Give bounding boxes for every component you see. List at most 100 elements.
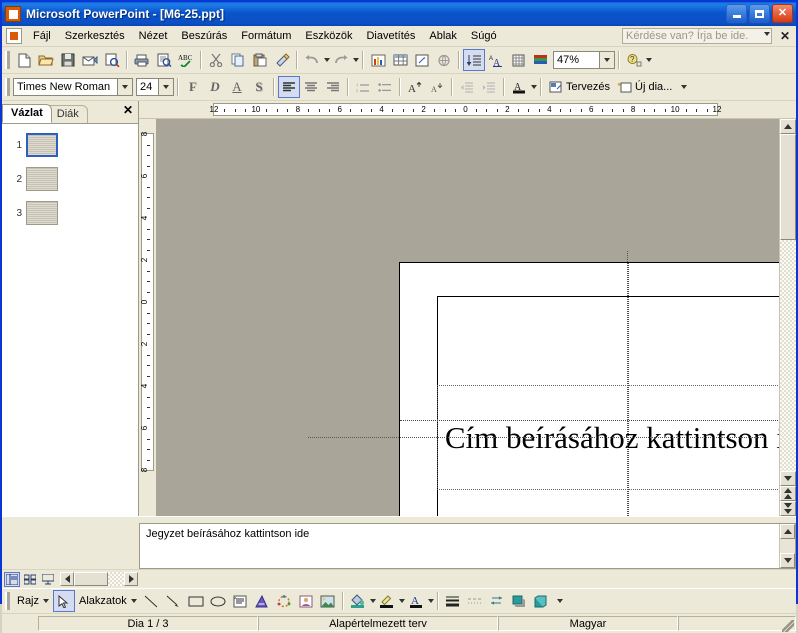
font-color-dropdown-icon-draw[interactable] bbox=[427, 599, 434, 603]
chevron-down-icon[interactable] bbox=[764, 32, 770, 36]
font-color-dropdown-icon[interactable] bbox=[531, 85, 537, 89]
menu-item-edit[interactable]: Szerkesztés bbox=[58, 28, 132, 44]
slide-surface[interactable]: Cím beírásához kattintson ide bbox=[399, 262, 779, 516]
shadow-style-icon[interactable] bbox=[508, 590, 530, 612]
help-icon[interactable]: ? bbox=[623, 49, 645, 71]
scroll-thumb[interactable] bbox=[780, 134, 796, 240]
rectangle-icon[interactable] bbox=[185, 590, 207, 612]
new-slide-button[interactable]: Új dia... bbox=[614, 77, 676, 97]
toolbar-grip[interactable] bbox=[5, 51, 10, 69]
font-name-combo[interactable]: Times New Roman bbox=[13, 78, 133, 96]
list-item[interactable]: 1 bbox=[8, 133, 138, 157]
cut-scissors-icon[interactable] bbox=[205, 49, 227, 71]
close-pane-button[interactable]: ✕ bbox=[123, 103, 133, 117]
dash-style-icon[interactable] bbox=[464, 590, 486, 612]
clip-art-icon[interactable] bbox=[295, 590, 317, 612]
font-size-combo[interactable]: 24 bbox=[136, 78, 174, 96]
resize-grip[interactable] bbox=[782, 620, 794, 632]
show-formatting-icon[interactable]: AA bbox=[485, 49, 507, 71]
menu-item-insert[interactable]: Beszúrás bbox=[174, 28, 234, 44]
insert-diagram-icon[interactable] bbox=[411, 49, 433, 71]
copy-icon[interactable] bbox=[227, 49, 249, 71]
autoshapes-dropdown-icon[interactable] bbox=[130, 599, 137, 603]
draw-dropdown-icon[interactable] bbox=[43, 599, 50, 603]
scroll-left-button[interactable] bbox=[60, 572, 74, 586]
zoom-dropdown-icon[interactable] bbox=[599, 52, 614, 68]
spelling-check-icon[interactable]: ABC bbox=[175, 49, 197, 71]
notes-pane[interactable]: Jegyzet beírásához kattintson ide bbox=[139, 523, 796, 569]
shadow-button[interactable]: S bbox=[248, 76, 270, 98]
3d-style-icon[interactable] bbox=[530, 590, 552, 612]
language-indicator[interactable]: Magyar bbox=[498, 616, 678, 631]
bold-button[interactable]: F bbox=[182, 76, 204, 98]
notes-scroll-up-button[interactable] bbox=[780, 524, 795, 539]
previous-slide-button[interactable] bbox=[780, 486, 796, 501]
design-button[interactable]: Tervezés bbox=[545, 77, 614, 97]
slide-thumbnail[interactable] bbox=[26, 201, 58, 225]
scroll-track[interactable] bbox=[780, 134, 796, 471]
search-icon[interactable] bbox=[101, 49, 123, 71]
wordart-icon[interactable] bbox=[251, 590, 273, 612]
select-arrow-icon[interactable] bbox=[53, 590, 76, 612]
draw-menu-button[interactable]: Rajz bbox=[13, 591, 53, 611]
paste-icon[interactable] bbox=[249, 49, 271, 71]
arrow-style-icon[interactable] bbox=[486, 590, 508, 612]
drawing-toolbar-grip[interactable] bbox=[5, 592, 10, 610]
picture-icon[interactable] bbox=[317, 590, 339, 612]
toolbar-options-icon[interactable] bbox=[646, 58, 652, 62]
expand-all-icon[interactable] bbox=[463, 49, 485, 71]
align-left-button[interactable] bbox=[278, 76, 300, 98]
scroll-right-button[interactable] bbox=[124, 572, 138, 586]
minimize-button[interactable] bbox=[726, 4, 747, 23]
email-icon[interactable] bbox=[79, 49, 101, 71]
oval-icon[interactable] bbox=[207, 590, 229, 612]
slideshow-view-icon[interactable] bbox=[40, 572, 56, 587]
numbered-list-button[interactable]: 12 bbox=[352, 76, 374, 98]
font-color-button[interactable]: A bbox=[508, 76, 530, 98]
notes-splitter[interactable] bbox=[2, 516, 796, 523]
insert-table-icon[interactable] bbox=[389, 49, 411, 71]
line-icon[interactable] bbox=[141, 590, 163, 612]
increase-indent-button[interactable] bbox=[478, 76, 500, 98]
menu-item-view[interactable]: Nézet bbox=[132, 28, 175, 44]
tab-slides[interactable]: Diák bbox=[47, 105, 88, 123]
horizontal-scroll-thumb[interactable] bbox=[74, 572, 108, 586]
menu-item-window[interactable]: Ablak bbox=[422, 28, 464, 44]
font-color-icon[interactable]: A bbox=[405, 590, 427, 612]
menu-item-slideshow[interactable]: Diavetítés bbox=[359, 28, 422, 44]
slide-canvas[interactable]: Cím beírásához kattintson ide bbox=[156, 119, 779, 516]
ask-a-question-input[interactable]: Kérdése van? Írja be ide. bbox=[622, 28, 772, 44]
horizontal-ruler[interactable]: 12 10 8 6 4 2 0 2 4 6 8 10 12 bbox=[139, 101, 796, 119]
align-right-button[interactable] bbox=[322, 76, 344, 98]
line-style-icon[interactable] bbox=[442, 590, 464, 612]
menu-item-tools[interactable]: Eszközök bbox=[298, 28, 359, 44]
new-document-icon[interactable] bbox=[13, 49, 35, 71]
drawing-toolbar-options-icon[interactable] bbox=[556, 599, 563, 603]
next-slide-button[interactable] bbox=[780, 501, 796, 516]
arrow-icon[interactable] bbox=[163, 590, 185, 612]
slide-thumbnail[interactable] bbox=[26, 167, 58, 191]
diagram-icon[interactable] bbox=[273, 590, 295, 612]
notes-scroll-down-button[interactable] bbox=[780, 553, 795, 568]
increase-font-size-button[interactable]: A bbox=[404, 76, 426, 98]
redo-dropdown-icon[interactable] bbox=[353, 58, 359, 62]
line-color-icon[interactable] bbox=[376, 590, 398, 612]
font-name-dropdown-icon[interactable] bbox=[117, 79, 132, 95]
scroll-down-button[interactable] bbox=[780, 471, 796, 486]
color-scheme-icon[interactable] bbox=[529, 49, 551, 71]
restore-button[interactable] bbox=[749, 4, 770, 23]
slide-thumbnail[interactable] bbox=[26, 133, 58, 157]
text-box-icon[interactable]: A bbox=[229, 590, 251, 612]
insert-chart-icon[interactable] bbox=[367, 49, 389, 71]
formatting-toolbar-grip[interactable] bbox=[5, 78, 10, 96]
zoom-combo[interactable]: 47% bbox=[553, 51, 615, 69]
list-item[interactable]: 3 bbox=[8, 201, 138, 225]
print-icon[interactable] bbox=[131, 49, 153, 71]
redo-icon[interactable] bbox=[330, 49, 352, 71]
grid-icon[interactable] bbox=[507, 49, 529, 71]
slide-sorter-view-icon[interactable] bbox=[22, 572, 38, 587]
horizontal-scrollbar[interactable] bbox=[60, 572, 138, 586]
close-document-button[interactable]: ✕ bbox=[780, 29, 790, 43]
vertical-scrollbar[interactable] bbox=[779, 119, 796, 516]
menu-item-help[interactable]: Súgó bbox=[464, 28, 504, 44]
